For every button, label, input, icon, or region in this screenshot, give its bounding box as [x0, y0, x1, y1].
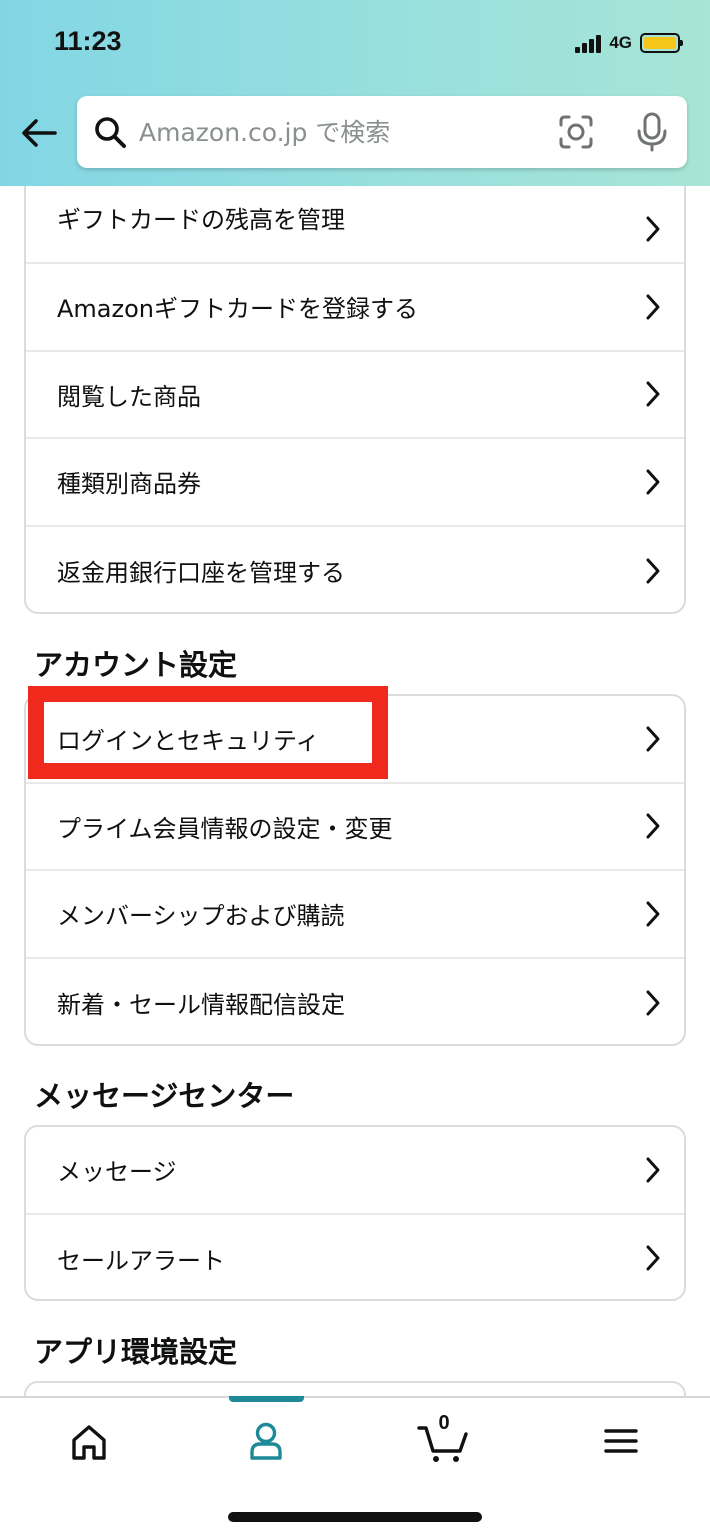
row-label: 閲覧した商品	[57, 382, 201, 411]
chevron-right-icon	[646, 216, 660, 242]
section-title-account-settings: アカウント設定	[34, 648, 238, 682]
chevron-right-icon	[646, 901, 660, 927]
chevron-right-icon	[646, 381, 660, 407]
cart-count-badge: 0	[438, 1412, 450, 1434]
camera-lens-icon[interactable]	[557, 113, 595, 151]
header: 11:23 4G	[0, 0, 710, 186]
search-icon	[95, 117, 126, 148]
row-label: Amazonギフトカードを登録する	[57, 295, 418, 324]
back-button[interactable]	[18, 112, 60, 154]
chevron-right-icon	[646, 294, 660, 320]
nav-home[interactable]	[59, 1418, 119, 1466]
battery-icon	[640, 33, 683, 53]
search-input[interactable]	[139, 96, 579, 168]
nav-account[interactable]	[236, 1418, 296, 1466]
menu-row-gift-card-balance[interactable]: ギフトカードの残高を管理	[26, 174, 684, 264]
home-indicator	[228, 1512, 482, 1522]
menu-row-register-gift-card[interactable]: Amazonギフトカードを登録する	[26, 264, 684, 352]
row-label: メンバーシップおよび購読	[57, 902, 345, 931]
highlight-box	[28, 686, 388, 779]
chevron-right-icon	[646, 726, 660, 752]
chevron-right-icon	[646, 990, 660, 1016]
signal-icon	[575, 33, 602, 53]
arrow-left-icon	[22, 119, 57, 147]
network-label: 4G	[609, 33, 632, 52]
menu-row-refund-bank-account[interactable]: 返金用銀行口座を管理する	[26, 527, 684, 612]
menu-row-browsing-history[interactable]: 閲覧した商品	[26, 352, 684, 440]
nav-cart[interactable]: 0	[414, 1412, 474, 1466]
row-label: 返金用銀行口座を管理する	[57, 559, 345, 588]
status-time: 11:23	[54, 26, 122, 56]
menu-row-memberships-subscriptions[interactable]: メンバーシップおよび購読	[26, 871, 684, 959]
chevron-right-icon	[646, 558, 660, 584]
row-label: メッセージ	[57, 1158, 177, 1187]
menu-row-gift-certificates[interactable]: 種類別商品券	[26, 439, 684, 527]
chevron-right-icon	[646, 1245, 660, 1271]
status-indicators: 4G	[575, 32, 683, 54]
row-label: ギフトカードの残高を管理	[57, 206, 345, 234]
row-label: 新着・セール情報配信設定	[57, 991, 345, 1020]
menu-row-sale-notifications[interactable]: 新着・セール情報配信設定	[26, 959, 684, 1044]
message-center-card: メッセージ セールアラート	[24, 1125, 686, 1301]
search-bar[interactable]	[77, 96, 687, 168]
section-title-app-settings: アプリ環境設定	[34, 1335, 238, 1369]
chevron-right-icon	[646, 469, 660, 495]
nav-menu[interactable]	[591, 1418, 651, 1466]
chevron-right-icon	[646, 1157, 660, 1183]
chevron-right-icon	[646, 813, 660, 839]
row-label: セールアラート	[57, 1246, 225, 1275]
active-tab-indicator	[229, 1396, 304, 1402]
payment-settings-card: ギフトカードの残高を管理 Amazonギフトカードを登録する 閲覧した商品 種類…	[24, 174, 686, 614]
account-icon	[250, 1422, 282, 1460]
microphone-icon[interactable]	[633, 111, 671, 153]
home-icon	[72, 1425, 106, 1460]
row-label: 種類別商品券	[57, 470, 201, 499]
menu-row-sale-alerts[interactable]: セールアラート	[26, 1215, 684, 1299]
menu-icon	[604, 1429, 638, 1453]
menu-row-prime-membership[interactable]: プライム会員情報の設定・変更	[26, 784, 684, 872]
section-title-message-center: メッセージセンター	[34, 1079, 295, 1113]
row-label: プライム会員情報の設定・変更	[57, 814, 393, 843]
menu-row-messages[interactable]: メッセージ	[26, 1127, 684, 1215]
